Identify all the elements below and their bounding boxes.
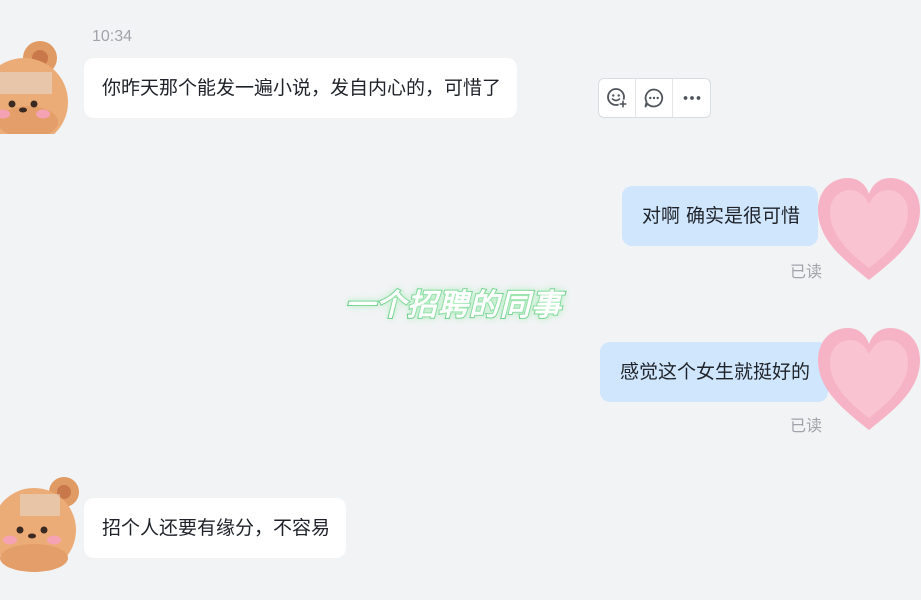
message-text: 招个人还要有缘分，不容易: [102, 517, 331, 539]
bear-avatar-icon[interactable]: [0, 468, 86, 572]
reply-button[interactable]: [636, 79, 673, 117]
read-status: 已读: [790, 262, 823, 281]
message-bubble-outgoing[interactable]: 对啊 确实是很可惜: [621, 186, 818, 246]
overlay-caption: 一个招聘的同事: [344, 287, 562, 324]
more-options-button[interactable]: [673, 79, 710, 117]
message-text: 感觉这个女生就挺好的: [619, 361, 810, 383]
message-bubble-outgoing[interactable]: 感觉这个女生就挺好的: [599, 342, 828, 402]
bear-avatar-icon[interactable]: [0, 30, 84, 134]
message-bubble-incoming[interactable]: 你昨天那个能发一遍小说，发自内心的，可惜了: [84, 58, 518, 118]
chat-timestamp: 10:34: [92, 28, 133, 45]
message-text: 你昨天那个能发一遍小说，发自内心的，可惜了: [102, 77, 502, 99]
heart-avatar-icon[interactable]: [814, 322, 921, 438]
message-bubble-incoming[interactable]: 招个人还要有缘分，不容易: [84, 498, 347, 558]
heart-avatar-icon[interactable]: [814, 172, 921, 288]
more-options-icon: [683, 96, 700, 100]
reply-bubble-icon: [644, 88, 664, 108]
emoji-add-button[interactable]: [599, 79, 636, 117]
message-action-bar: [598, 78, 711, 118]
message-text: 对啊 确实是很可惜: [641, 205, 800, 227]
emoji-add-icon: [607, 88, 628, 109]
read-status: 已读: [790, 416, 823, 435]
